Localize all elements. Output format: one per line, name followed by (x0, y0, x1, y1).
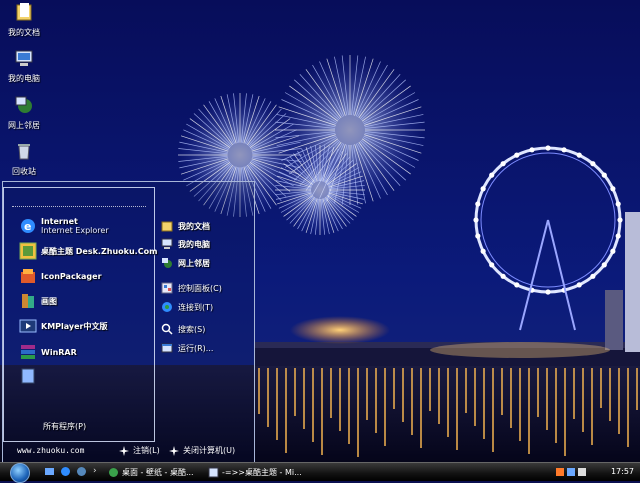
task-button-browser[interactable]: 桌面 - 壁纸 - 桌酷... (108, 465, 203, 479)
program-unnamed[interactable] (19, 366, 41, 386)
all-programs-button[interactable]: 所有程序(P) (43, 421, 86, 432)
task-button-document[interactable]: -=>>桌酷主题 - Mi... (208, 465, 308, 479)
taskbar: › 桌面 - 壁纸 - 桌酷... -=>>桌酷主题 - Mi... 17:57 (0, 462, 640, 483)
zhuoku-theme-icon (19, 242, 37, 260)
menu-item-label: 运行(R)... (178, 343, 214, 353)
desktop-icon-label: 网上邻居 (8, 121, 40, 130)
program-paint[interactable]: 画图 (19, 291, 57, 311)
winrar-icon (21, 345, 35, 359)
menu-item-label: 控制面板(C) (178, 283, 222, 293)
program-kmplayer[interactable]: KMPlayer中文版 (19, 316, 108, 336)
desktop-icon-network[interactable]: 网上邻居 (0, 95, 48, 131)
network-icon (15, 96, 32, 113)
clock: 17:57 (610, 467, 634, 476)
svg-text:e: e (24, 220, 31, 233)
program-title: 画图 (41, 296, 57, 306)
system-tray: 17:57 (556, 463, 640, 481)
quicklaunch-media-icon[interactable] (76, 466, 87, 477)
quicklaunch-desktop-icon[interactable] (44, 466, 55, 477)
recycle-bin-icon (18, 144, 30, 160)
menu-item-label: 连接到(T) (178, 302, 214, 312)
menu-item-label: 搜索(S) (178, 324, 206, 334)
menu-divider (12, 206, 146, 207)
start-menu: e Internet Internet Explorer 桌酷主题 Desk.Zh… (2, 181, 255, 462)
menu-item-connect-to[interactable]: 连接到(T) (161, 300, 213, 314)
program-internet[interactable]: e Internet Internet Explorer (19, 216, 109, 236)
desktop-icon-my-computer[interactable]: 我的电脑 (0, 48, 48, 84)
website-text: www.zhuoku.com (17, 446, 85, 455)
start-button[interactable] (10, 463, 30, 483)
program-iconpackager[interactable]: IconPackager (19, 266, 102, 286)
browser-task-icon (109, 467, 118, 477)
shutdown-label: 关闭计算机(U) (183, 446, 236, 455)
network-places-icon (162, 258, 172, 268)
task-label: 桌面 - 壁纸 - 桌酷... (122, 467, 194, 477)
task-label: -=>>桌酷主题 - Mi... (222, 467, 302, 477)
program-zhuoku-theme[interactable]: 桌酷主题 Desk.Zhuoku.Com (19, 241, 157, 261)
desktop-icon-recycle-bin[interactable]: 回收站 (0, 141, 48, 177)
internet-explorer-icon: e (21, 219, 35, 233)
paint-icon (22, 294, 34, 308)
folder-icon (161, 221, 173, 232)
computer-icon (161, 238, 173, 249)
menu-item-my-computer[interactable]: 我的电脑 (161, 237, 210, 251)
desktop-icon-label: 我的电脑 (8, 74, 40, 83)
shutdown-button[interactable]: 关闭计算机(U) (169, 445, 235, 456)
quicklaunch-ie-icon[interactable] (60, 466, 71, 477)
document-task-icon (208, 467, 219, 477)
logoff-label: 注销(L) (133, 446, 160, 455)
desktop-icon-my-documents[interactable]: 我的文档 (0, 2, 48, 38)
run-icon (161, 343, 173, 353)
kmplayer-icon (19, 319, 37, 333)
menu-item-label: 我的电脑 (178, 239, 210, 249)
program-icon (21, 368, 35, 384)
desktop-icon-label: 我的文档 (8, 28, 40, 37)
iconpackager-icon (21, 269, 35, 283)
program-title: WinRAR (41, 347, 77, 357)
logoff-icon (119, 445, 129, 456)
quicklaunch-expand-icon[interactable]: › (93, 466, 97, 476)
control-panel-icon (161, 282, 173, 294)
program-title: Internet (41, 217, 78, 226)
desktop: 我的文档 我的电脑 网上邻居 回收站 e Internet Internet Ex… (0, 0, 640, 462)
tray-icons[interactable] (556, 467, 590, 477)
shutdown-icon (169, 445, 179, 456)
program-title: 桌酷主题 Desk.Zhuoku.Com (41, 246, 158, 256)
connect-to-icon (162, 302, 172, 312)
menu-item-control-panel[interactable]: 控制面板(C) (161, 281, 222, 295)
my-computer-icon (15, 50, 33, 66)
menu-item-label: 网上邻居 (178, 258, 210, 268)
start-menu-footer: www.zhuoku.com 注销(L) 关闭计算机(U) (3, 440, 254, 462)
program-subtitle: Internet Explorer (41, 226, 109, 235)
my-documents-icon (16, 3, 32, 21)
program-title: KMPlayer中文版 (41, 321, 108, 331)
logoff-button[interactable]: 注销(L) (119, 445, 160, 456)
search-icon (161, 323, 173, 335)
menu-item-search[interactable]: 搜索(S) (161, 322, 205, 336)
program-title: IconPackager (41, 271, 102, 281)
desktop-icon-label: 回收站 (12, 167, 36, 176)
program-winrar[interactable]: WinRAR (19, 342, 77, 362)
menu-item-label: 我的文档 (178, 221, 210, 231)
menu-item-network-places[interactable]: 网上邻居 (161, 256, 210, 270)
menu-item-run[interactable]: 运行(R)... (161, 341, 213, 355)
menu-item-my-documents[interactable]: 我的文档 (161, 219, 210, 233)
